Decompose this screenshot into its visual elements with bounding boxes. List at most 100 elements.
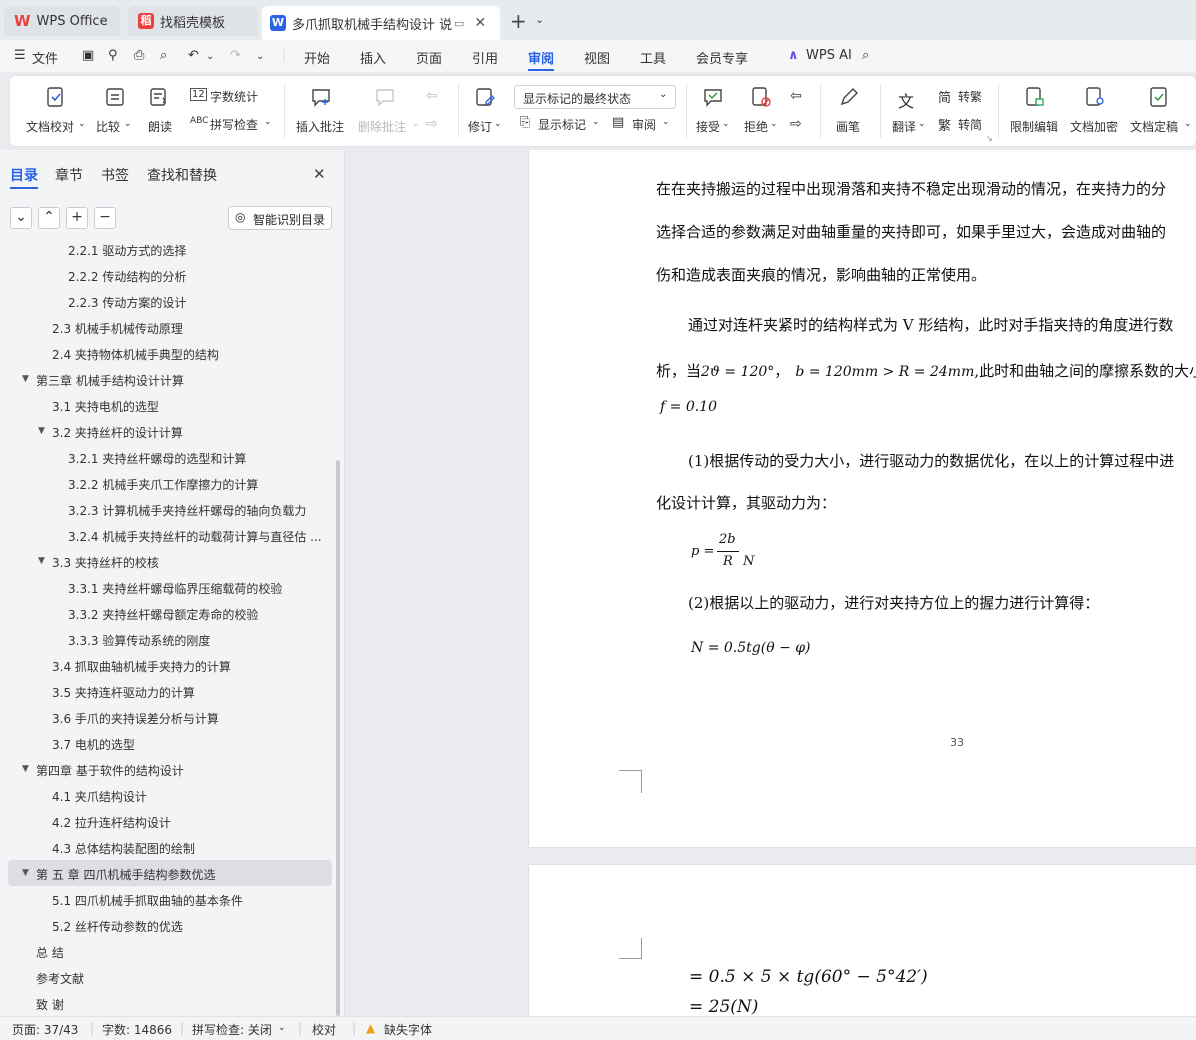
toc-item[interactable]: 3.6 手爪的夹持误差分析与计算 — [0, 704, 332, 730]
insert-comment-button[interactable]: 插入批注 — [294, 82, 350, 142]
menu-membership[interactable]: 会员专享 — [696, 48, 748, 67]
word-count-button[interactable]: 12 字数统计 — [188, 86, 268, 106]
show-markup-button[interactable]: ⎘ 显示标记 ⌄ — [518, 114, 604, 134]
expand-triangle-icon[interactable]: ▼ — [38, 556, 45, 566]
undo-icon[interactable]: ↶ — [188, 48, 199, 63]
tab-toc[interactable]: 目录 — [10, 165, 38, 185]
to-traditional-button[interactable]: 简 转繁 — [936, 86, 988, 106]
next-comment-icon[interactable]: ⇨ — [426, 116, 438, 132]
toc-item[interactable]: 总 结 — [0, 938, 332, 964]
menu-insert[interactable]: 插入 — [360, 48, 386, 67]
revise-button[interactable]: 修订 ⌄ — [466, 82, 506, 142]
toc-item[interactable]: 3.2.2 机械手夹爪工作摩擦力的计算 — [0, 470, 332, 496]
toc-item[interactable]: 3.4 抓取曲轴机械手夹持力的计算 — [0, 652, 332, 678]
toc-item[interactable]: 3.1 夹持电机的选型 — [0, 392, 332, 418]
toc-item[interactable]: 3.2.1 夹持丝杆螺母的选型和计算 — [0, 444, 332, 470]
collapse-up-icon[interactable]: ⌃ — [38, 207, 60, 229]
smart-toc-button[interactable]: ◎ 智能识别目录 — [228, 206, 332, 230]
finalize-button[interactable]: 文档定稿 ⌄ — [1128, 82, 1192, 142]
word-count-indicator[interactable]: 字数: 14866 — [102, 1021, 172, 1038]
toc-item[interactable]: ▼ 第四章 基于软件的结构设计 — [0, 756, 332, 782]
tab-wps-office[interactable]: W WPS Office — [4, 6, 120, 36]
toc-item[interactable]: 5.1 四爪机械手抓取曲轴的基本条件 — [0, 886, 332, 912]
collapse-minus-icon[interactable]: − — [94, 207, 116, 229]
tab-bookmarks[interactable]: 书签 — [101, 165, 129, 185]
menu-reference[interactable]: 引用 — [472, 48, 498, 67]
share-icon[interactable]: ⚲ — [108, 48, 118, 63]
toc-item[interactable]: 4.2 拉升连杆结构设计 — [0, 808, 332, 834]
prev-comment-icon[interactable]: ⇦ — [426, 88, 438, 104]
toc-item[interactable]: 3.5 夹持连杆驱动力的计算 — [0, 678, 332, 704]
expand-group-icon[interactable]: ↘ — [986, 134, 993, 143]
toc-item[interactable]: 3.7 电机的选型 — [0, 730, 332, 756]
close-pane-icon[interactable]: ✕ — [313, 165, 326, 183]
expand-plus-icon[interactable]: + — [66, 207, 88, 229]
expand-triangle-icon[interactable]: ▼ — [38, 426, 45, 436]
expand-triangle-icon[interactable]: ▼ — [22, 374, 29, 384]
proofread-indicator[interactable]: 校对 — [312, 1021, 336, 1038]
toc-item[interactable]: 2.4 夹持物体机械手典型的结构 — [0, 340, 332, 366]
expand-triangle-icon[interactable]: ▼ — [22, 764, 29, 774]
undo-dropdown-icon[interactable]: ⌄ — [206, 51, 214, 62]
accept-button[interactable]: 接受 ⌄ — [694, 82, 734, 142]
close-tab-icon[interactable]: ✕ — [474, 15, 486, 31]
toc-item[interactable]: 3.3.1 夹持丝杆螺母临界压缩载荷的校验 — [0, 574, 332, 600]
toc-item[interactable]: ▼ 第 五 章 四爪机械手结构参数优选 — [8, 860, 332, 886]
spell-check-button[interactable]: ABC 拼写检查 ⌄ — [188, 114, 278, 134]
missing-font-indicator[interactable]: 缺失字体 — [384, 1021, 432, 1038]
chevron-down-icon[interactable]: ⌄ — [535, 13, 544, 26]
print-preview-icon[interactable]: ⌕ — [160, 48, 167, 63]
pen-button[interactable]: 画笔 — [830, 82, 870, 142]
spell-check-indicator[interactable]: 拼写检查: 关闭 — [192, 1021, 272, 1038]
toc-item[interactable]: 2.3 机械手机械传动原理 — [0, 314, 332, 340]
page-indicator[interactable]: 页面: 37/43 — [12, 1021, 78, 1038]
prev-change-icon[interactable]: ⇦ — [790, 88, 802, 104]
search-icon[interactable]: ⌕ — [862, 48, 869, 63]
toc-item[interactable]: 2.2.3 传动方案的设计 — [0, 288, 332, 314]
delete-comment-button[interactable]: 删除批注 ⌄ — [354, 82, 420, 142]
file-menu[interactable]: 文件 — [32, 48, 58, 67]
more-chevron-icon[interactable]: ⌄ — [256, 51, 264, 62]
reject-button[interactable]: 拒绝 ⌄ — [742, 82, 782, 142]
translate-button[interactable]: 文 翻译 ⌄ — [888, 82, 932, 142]
toc-item[interactable]: ▼ 3.3 夹持丝杆的校核 — [0, 548, 332, 574]
hamburger-icon[interactable]: ☰ — [14, 48, 26, 63]
menu-start[interactable]: 开始 — [304, 48, 330, 67]
tab-templates[interactable]: 稻 找稻壳模板 — [128, 6, 258, 36]
encrypt-button[interactable]: 文档加密 — [1068, 82, 1124, 142]
redo-icon[interactable]: ↷ — [230, 48, 241, 63]
next-change-icon[interactable]: ⇨ — [790, 116, 802, 132]
document-canvas[interactable]: 在在夹持搬运的过程中出现滑落和夹持不稳定出现滑动的情况，在夹持力的分 选择合适的… — [345, 150, 1196, 1016]
print-icon[interactable]: ⎙ — [134, 48, 144, 63]
new-tab-icon[interactable]: + — [510, 9, 527, 33]
toc-item[interactable]: 5.2 丝杆传动参数的优选 — [0, 912, 332, 938]
expand-triangle-icon[interactable]: ▼ — [22, 868, 29, 878]
toc-item[interactable]: 4.3 总体结构装配图的绘制 — [0, 834, 332, 860]
doc-check-button[interactable]: 文档校对 ⌄ — [24, 82, 86, 142]
restrict-edit-button[interactable]: 限制编辑 — [1008, 82, 1064, 142]
review-pane-button[interactable]: ▤ 审阅 ⌄ — [610, 114, 674, 134]
menu-view[interactable]: 视图 — [584, 48, 610, 67]
toc-item[interactable]: 3.3.3 验算传动系统的刚度 — [0, 626, 332, 652]
toc-item[interactable]: 4.1 夹爪结构设计 — [0, 782, 332, 808]
wps-ai-button[interactable]: WPS AI — [806, 48, 852, 63]
toc-item[interactable]: ▼ 3.2 夹持丝杆的设计计算 — [0, 418, 332, 444]
save-icon[interactable]: ▣ — [82, 48, 94, 63]
markup-state-select[interactable]: 显示标记的最终状态 ⌄ — [514, 85, 676, 109]
toc-item[interactable]: 3.2.3 计算机械手夹持丝杆螺母的轴向负载力 — [0, 496, 332, 522]
read-aloud-button[interactable]: 朗读 — [146, 82, 176, 142]
tab-document[interactable]: W 多爪抓取机械手结构设计 说明 ▭ ✕ — [262, 6, 500, 40]
toc-item[interactable]: 2.2.2 传动结构的分析 — [0, 262, 332, 288]
collapse-down-icon[interactable]: ⌄ — [10, 207, 32, 229]
compare-button[interactable]: 比较 ⌄ — [96, 82, 136, 142]
toc-item[interactable]: ▼ 第三章 机械手结构设计计算 — [0, 366, 332, 392]
tab-chapters[interactable]: 章节 — [55, 165, 83, 185]
toc-item[interactable]: 2.2.1 驱动方式的选择 — [0, 240, 332, 262]
toc-item[interactable]: 3.3.2 夹持丝杆螺母额定寿命的校验 — [0, 600, 332, 626]
toc-item[interactable]: 致 谢 — [0, 990, 332, 1016]
tab-find-replace[interactable]: 查找和替换 — [147, 165, 217, 185]
menu-review[interactable]: 审阅 — [528, 48, 554, 67]
menu-page[interactable]: 页面 — [416, 48, 442, 67]
toc-item[interactable]: 3.2.4 机械手夹持丝杆的动载荷计算与直径估 ... — [0, 522, 332, 548]
toc-item[interactable]: 参考文献 — [0, 964, 332, 990]
